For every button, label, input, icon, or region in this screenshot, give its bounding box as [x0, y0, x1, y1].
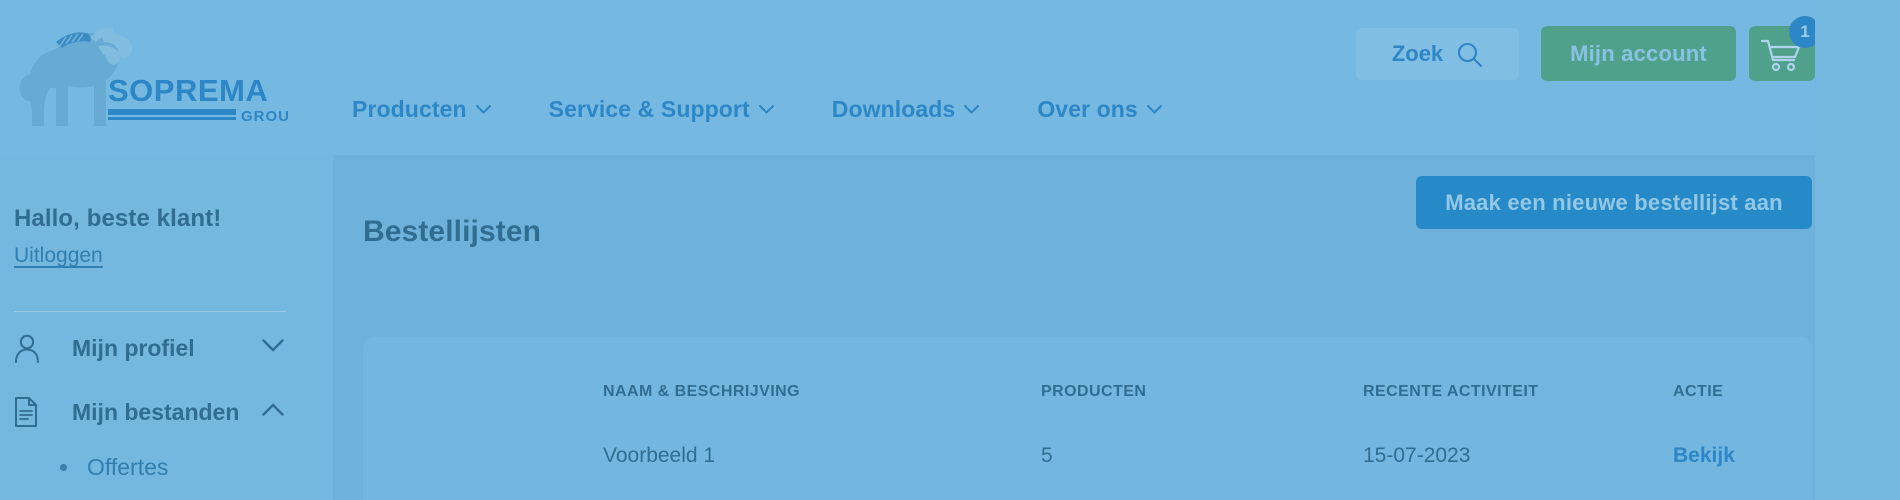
document-icon [14, 397, 54, 427]
nav-item-over-ons[interactable]: Over ons [1037, 96, 1162, 123]
cart-button[interactable]: 1 [1749, 16, 1821, 81]
greeting-text: Hallo, beste klant! [14, 205, 222, 232]
order-lists-card: NAAM & BESCHRIJVING PRODUCTEN RECENTE AC… [363, 337, 1812, 500]
svg-text:GROUP: GROUP [241, 108, 288, 125]
right-gutter [1815, 0, 1900, 500]
column-header-action: ACTIE [1673, 383, 1724, 400]
chevron-down-icon [964, 104, 980, 114]
chevron-up-icon [262, 403, 284, 421]
my-account-label: Mijn account [1570, 40, 1707, 66]
column-header-products: PRODUCTEN [1041, 383, 1147, 400]
create-order-list-label: Maak een nieuwe bestellijst aan [1445, 189, 1783, 215]
cell-action-view-link[interactable]: Bekijk [1673, 444, 1735, 468]
main-content: Bestellijsten Maak een nieuwe bestellijs… [333, 155, 1815, 500]
column-header-activity: RECENTE ACTIVITEIT [1363, 383, 1539, 400]
sidebar-subitem-label: Offertes [87, 454, 169, 480]
column-header-name: NAAM & BESCHRIJVING [603, 383, 801, 400]
nav-item-producten[interactable]: Producten [352, 96, 491, 123]
sidebar-item-label: Mijn bestanden [72, 398, 240, 425]
cell-products: 5 [1041, 444, 1053, 467]
nav-item-downloads[interactable]: Downloads [832, 96, 980, 123]
cell-name: Voorbeeld 1 [603, 444, 716, 467]
sidebar-divider [14, 311, 286, 312]
nav-item-label: Over ons [1037, 95, 1138, 122]
chevron-down-icon [758, 104, 774, 114]
soprema-logo[interactable]: SOPREMA GROUP [12, 16, 288, 126]
account-sidebar: Hallo, beste klant! Uitloggen Mijn profi… [0, 155, 333, 500]
nav-item-label: Downloads [831, 95, 956, 122]
my-account-button[interactable]: Mijn account [1541, 26, 1736, 81]
page-root: SOPREMA GROUP Producten Service & Suppor… [0, 0, 1900, 500]
order-lists-table: NAAM & BESCHRIJVING PRODUCTEN RECENTE AC… [363, 337, 1812, 473]
nav-item-label: Service & Support [548, 95, 750, 122]
search-button[interactable]: Zoek [1356, 28, 1519, 80]
sidebar-subitem-offertes[interactable]: Offertes [60, 454, 319, 481]
svg-text:SOPREMA: SOPREMA [108, 73, 268, 108]
page-title: Bestellijsten [363, 215, 542, 248]
chevron-down-icon [475, 104, 491, 114]
bullet-icon [60, 464, 67, 471]
nav-item-label: Producten [352, 95, 467, 122]
search-button-label: Zoek [1391, 41, 1444, 66]
nav-item-service-support[interactable]: Service & Support [549, 96, 774, 123]
chevron-down-icon [1146, 104, 1162, 114]
main-navigation: Producten Service & Support Downloads Ov… [352, 89, 1162, 129]
sidebar-item-mijn-bestanden[interactable]: Mijn bestanden [14, 384, 319, 440]
sidebar-item-mijn-profiel[interactable]: Mijn profiel [14, 320, 319, 376]
table-header-row: NAAM & BESCHRIJVING PRODUCTEN RECENTE AC… [363, 337, 1812, 413]
cell-activity: 15-07-2023 [1363, 444, 1471, 467]
soprema-wordmark: SOPREMA GROUP [108, 73, 288, 125]
create-order-list-button[interactable]: Maak een nieuwe bestellijst aan [1416, 176, 1812, 229]
sidebar-item-label: Mijn profiel [72, 334, 195, 361]
user-icon [14, 334, 54, 363]
chevron-down-icon [262, 339, 284, 357]
table-row[interactable]: Voorbeeld 1 5 15-07-2023 Bekijk [363, 413, 1812, 473]
logout-link[interactable]: Uitloggen [14, 244, 103, 268]
search-icon [1458, 42, 1483, 67]
site-header: SOPREMA GROUP Producten Service & Suppor… [0, 0, 1900, 155]
